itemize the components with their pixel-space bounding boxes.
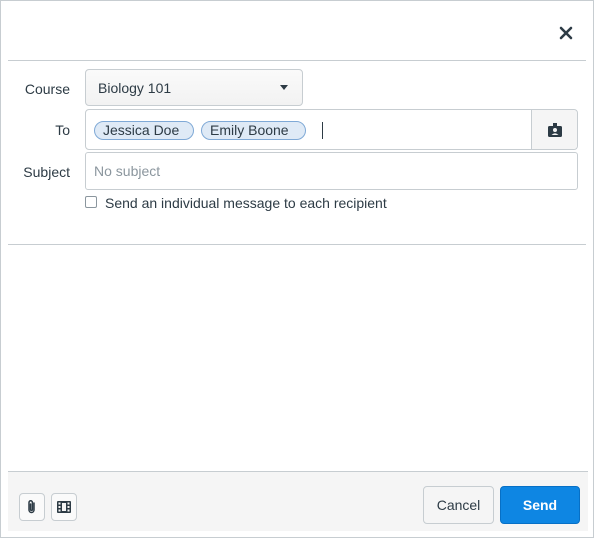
subject-label: Subject	[23, 164, 70, 180]
recipient-token[interactable]: Emily Boone	[201, 121, 306, 140]
subject-input[interactable]	[85, 152, 578, 190]
close-icon	[559, 26, 573, 40]
to-field[interactable]: Jessica Doe Emily Boone	[85, 109, 578, 150]
attach-file-button[interactable]	[19, 493, 45, 521]
address-book-button[interactable]	[531, 110, 577, 149]
paperclip-icon	[28, 500, 35, 514]
individual-message-checkbox[interactable]	[85, 196, 97, 208]
header-divider	[8, 60, 586, 61]
course-select[interactable]: Biology 101	[85, 69, 303, 106]
compose-message-dialog: Course Biology 101 To Jessica Doe Emily …	[0, 0, 594, 538]
recipient-token[interactable]: Jessica Doe	[94, 121, 194, 140]
cancel-button[interactable]: Cancel	[423, 486, 494, 524]
course-label: Course	[24, 81, 70, 97]
text-cursor	[322, 122, 323, 139]
to-label: To	[55, 122, 70, 138]
dialog-footer: Cancel Send	[8, 471, 588, 531]
record-media-button[interactable]	[51, 493, 77, 521]
media-icon	[57, 501, 71, 513]
address-book-icon	[547, 122, 562, 137]
chevron-down-icon	[280, 85, 288, 90]
close-button[interactable]	[554, 21, 578, 45]
individual-message-label[interactable]: Send an individual message to each recip…	[105, 195, 387, 211]
course-select-value: Biology 101	[98, 79, 172, 96]
send-button[interactable]: Send	[500, 486, 580, 524]
message-body-textarea[interactable]	[8, 245, 586, 471]
